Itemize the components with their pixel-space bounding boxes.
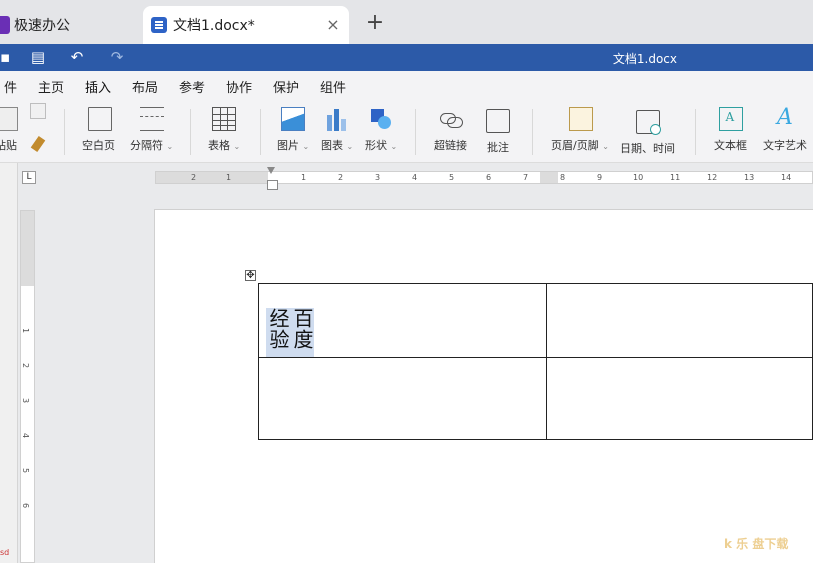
format-painter-button[interactable] xyxy=(28,133,48,159)
tab-home-label: 极速办公 xyxy=(14,18,70,34)
menu-insert[interactable]: 插入 xyxy=(85,77,112,102)
menu-references[interactable]: 参考 xyxy=(179,77,205,96)
shape-button[interactable]: 形状 ⌄ xyxy=(365,107,397,153)
link-icon xyxy=(439,107,463,131)
hyperlink-button[interactable]: 超链接 xyxy=(434,107,467,153)
chart-icon xyxy=(325,107,350,131)
table-move-handle[interactable]: ✥ xyxy=(245,270,256,281)
ribbon-toolbar: 粘贴 空白页 分隔符 ⌄ 表格 ⌄ 图片 ⌄ 图表 ⌄ 形状 ⌄ 超链接 批注 … xyxy=(0,99,813,163)
shape-icon xyxy=(369,107,393,131)
left-navigation-panel xyxy=(0,163,18,563)
text-box-icon xyxy=(718,107,743,131)
table-row: 百度经验 xyxy=(257,283,813,358)
document-title: 文档1.docx xyxy=(612,52,677,66)
menu-collaborate[interactable]: 协作 xyxy=(226,77,252,96)
table-cell[interactable] xyxy=(546,283,813,358)
ribbon-divider xyxy=(260,109,261,155)
header-footer-button[interactable]: 页眉/页脚 ⌄ xyxy=(551,107,609,153)
menu-layout[interactable]: 布局 xyxy=(132,77,158,96)
app-logo-icon xyxy=(0,16,10,34)
watermark-logo: k 乐 盘下载 xyxy=(724,537,789,551)
date-time-button[interactable]: 日期、时间 xyxy=(620,107,675,156)
left-panel-mark: sd xyxy=(0,548,10,557)
chart-button[interactable]: 图表 ⌄ xyxy=(321,107,353,153)
ribbon-divider xyxy=(190,109,191,155)
tab-home[interactable]: 极速办公 xyxy=(0,6,140,44)
menu-file[interactable]: 件 xyxy=(4,77,17,96)
menu-home[interactable]: 主页 xyxy=(38,77,64,96)
copy-icon xyxy=(30,103,46,119)
ribbon-divider xyxy=(64,109,65,155)
table-cell[interactable] xyxy=(546,357,813,440)
document-table[interactable]: 百度经验 xyxy=(257,283,813,440)
horizontal-ruler[interactable]: 2 1 1 2 3 4 5 6 7 8 9 10 11 12 13 14 xyxy=(155,171,813,184)
paste-button[interactable]: 粘贴 xyxy=(0,107,18,153)
new-tab-button[interactable]: + xyxy=(364,12,386,36)
menu-protect[interactable]: 保护 xyxy=(273,77,299,96)
document-icon xyxy=(151,17,167,33)
word-art-button[interactable]: 文字艺术 xyxy=(763,105,807,153)
header-footer-icon xyxy=(569,107,594,131)
ribbon-divider xyxy=(415,109,416,155)
table-cell[interactable] xyxy=(257,357,548,440)
tab-bar: 极速办公 文档1.docx* × + xyxy=(0,0,813,44)
calendar-icon xyxy=(635,110,661,135)
menu-bar: 件 主页 插入 布局 参考 协作 保护 组件 xyxy=(0,71,813,102)
close-icon[interactable]: × xyxy=(323,15,343,35)
ribbon-divider xyxy=(695,109,696,155)
comment-button[interactable]: 批注 xyxy=(486,107,510,155)
tab-document[interactable]: 文档1.docx* × xyxy=(143,6,349,44)
table-cell[interactable]: 百度经验 xyxy=(257,283,548,358)
title-bar: ▪ ▤ ↶ ↷ 文档1.docx xyxy=(0,44,813,71)
picture-icon xyxy=(281,107,306,131)
table-button[interactable]: 表格 ⌄ xyxy=(208,107,240,153)
ribbon-divider xyxy=(532,109,533,155)
vertical-ruler[interactable]: 1 2 3 4 5 6 xyxy=(20,210,35,563)
blank-page-icon xyxy=(88,107,112,131)
separator-button[interactable]: 分隔符 ⌄ xyxy=(130,107,173,153)
indent-marker[interactable] xyxy=(267,167,278,190)
menu-plugins[interactable]: 组件 xyxy=(320,77,346,96)
blank-page-button[interactable]: 空白页 xyxy=(82,107,115,153)
picture-button[interactable]: 图片 ⌄ xyxy=(277,107,309,153)
comment-icon xyxy=(486,109,510,133)
copy-button[interactable] xyxy=(30,103,46,125)
word-art-icon xyxy=(773,105,797,131)
page-break-icon xyxy=(139,107,164,131)
app-window: 极速办公 文档1.docx* × + ▪ ▤ ↶ ↷ 文档1.docx 件 主页… xyxy=(0,0,813,563)
cell-text[interactable]: 百度经验 xyxy=(266,308,314,357)
text-box-button[interactable]: 文本框 xyxy=(714,107,747,153)
tab-stop-selector[interactable]: L xyxy=(22,171,36,184)
tab-document-label: 文档1.docx* xyxy=(173,18,255,34)
format-painter-icon xyxy=(28,133,48,153)
paste-icon xyxy=(0,107,18,131)
table-icon xyxy=(212,107,237,131)
table-row xyxy=(257,357,813,440)
